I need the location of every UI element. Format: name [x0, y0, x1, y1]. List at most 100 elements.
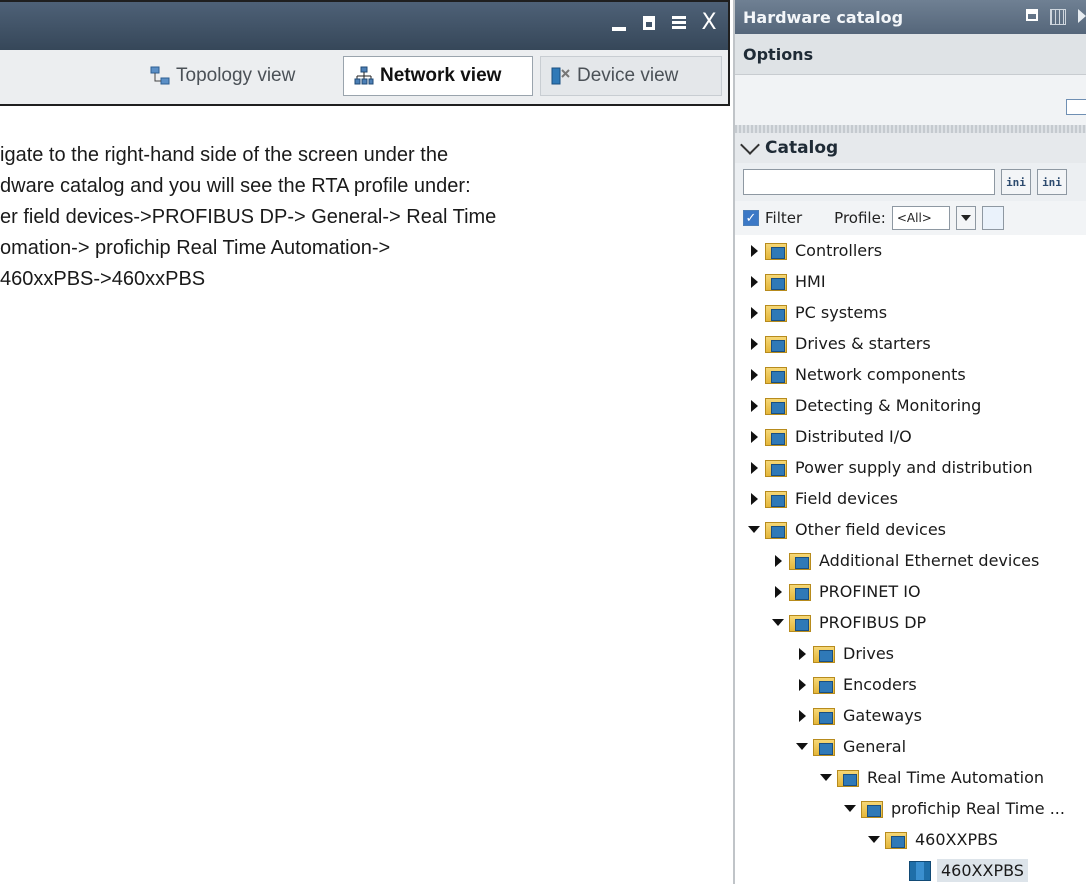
instruction-line: dware catalog and you will see the RTA p…: [0, 175, 471, 197]
options-view-icon[interactable]: [1066, 99, 1086, 115]
collapse-arrow-icon[interactable]: [771, 616, 785, 630]
folder-icon: [813, 675, 837, 695]
folder-icon: [789, 582, 813, 602]
tree-item-label: PROFIBUS DP: [819, 613, 927, 632]
collapse-arrow-icon[interactable]: [843, 802, 857, 816]
tree-item[interactable]: 460XXPBS: [735, 855, 1086, 884]
filter-row: ✓ Filter Profile: <All>: [735, 201, 1086, 235]
folder-icon: [813, 706, 837, 726]
folder-icon: [765, 396, 789, 416]
minimize-icon: [612, 27, 626, 31]
folder-icon: [765, 489, 789, 509]
expand-arrow-icon[interactable]: [795, 709, 809, 723]
folder-icon: [813, 644, 837, 664]
tree-item-label: Power supply and distribution: [795, 458, 1033, 477]
catalog-section-header[interactable]: Catalog: [735, 133, 1086, 163]
options-label: Options: [743, 44, 814, 64]
chevron-down-icon: [740, 135, 760, 155]
hardware-catalog-panel: Hardware catalog Options Catalog ini ini…: [733, 0, 1086, 884]
instruction-line: omation-> profichip Real Time Automation…: [0, 237, 391, 259]
catalog-search-input[interactable]: [743, 169, 995, 195]
expand-arrow-icon[interactable]: [747, 244, 761, 258]
tree-item[interactable]: Real Time Automation: [735, 762, 1086, 793]
expand-arrow-icon[interactable]: [747, 430, 761, 444]
tree-item-label: PROFINET IO: [819, 582, 921, 601]
collapse-arrow-icon[interactable]: [795, 740, 809, 754]
minimize-button[interactable]: [608, 12, 630, 34]
instruction-text: igate to the right-hand side of the scre…: [0, 140, 700, 295]
expand-arrow-icon[interactable]: [747, 461, 761, 475]
collapse-panel-icon[interactable]: [1078, 9, 1086, 23]
folder-icon: [765, 427, 789, 447]
filter-checkbox[interactable]: ✓: [743, 210, 759, 226]
folder-icon: [765, 458, 789, 478]
search-up-button[interactable]: ini: [1037, 169, 1067, 195]
folder-icon: [837, 768, 861, 788]
search-down-button[interactable]: ini: [1001, 169, 1031, 195]
expand-arrow-icon[interactable]: [747, 492, 761, 506]
network-icon: [354, 66, 374, 85]
expand-arrow-icon[interactable]: [747, 337, 761, 351]
window-menu-button[interactable]: [668, 12, 690, 34]
tree-item[interactable]: Encoders: [735, 669, 1086, 700]
collapse-arrow-icon[interactable]: [867, 833, 881, 847]
expand-arrow-icon[interactable]: [771, 585, 785, 599]
tree-item-label: Distributed I/O: [795, 427, 912, 446]
expand-arrow-icon[interactable]: [747, 399, 761, 413]
profile-label: Profile:: [834, 209, 886, 227]
tree-item[interactable]: Distributed I/O: [735, 421, 1086, 452]
tree-item-label: 460XXPBS: [915, 830, 998, 849]
tab-network-view[interactable]: Network view: [343, 56, 533, 96]
folder-icon: [789, 551, 813, 571]
instruction-line: er field devices->PROFIBUS DP-> General-…: [0, 206, 497, 228]
tab-device-view[interactable]: Device view: [540, 56, 722, 96]
tree-item[interactable]: Power supply and distribution: [735, 452, 1086, 483]
tree-item[interactable]: HMI: [735, 266, 1086, 297]
tree-item-label: Other field devices: [795, 520, 947, 539]
tree-item-label: Real Time Automation: [867, 768, 1045, 787]
split-panel-icon[interactable]: [1050, 9, 1066, 25]
tree-item[interactable]: PROFINET IO: [735, 576, 1086, 607]
folder-icon: [789, 613, 813, 633]
expand-arrow-icon[interactable]: [747, 275, 761, 289]
float-panel-icon[interactable]: [1026, 9, 1038, 21]
expand-arrow-icon[interactable]: [771, 554, 785, 568]
expand-arrow-icon[interactable]: [747, 306, 761, 320]
tree-item-label: 460XXPBS: [937, 859, 1028, 882]
profile-select[interactable]: <All>: [891, 206, 950, 230]
device-module-icon: [909, 860, 931, 881]
tree-item[interactable]: Drives: [735, 638, 1086, 669]
close-button[interactable]: X: [698, 12, 720, 34]
tree-item[interactable]: Network components: [735, 359, 1086, 390]
hardware-catalog-title: Hardware catalog: [743, 7, 904, 27]
menu-icon: [672, 16, 686, 30]
window-controls: X: [608, 12, 720, 34]
tab-topology-view[interactable]: Topology view: [140, 56, 338, 96]
tree-item[interactable]: Other field devices: [735, 514, 1086, 545]
splitter[interactable]: [735, 125, 1086, 133]
tree-item[interactable]: Field devices: [735, 483, 1086, 514]
collapse-arrow-icon[interactable]: [819, 771, 833, 785]
expand-arrow-icon[interactable]: [795, 647, 809, 661]
tree-item[interactable]: 460XXPBS: [735, 824, 1086, 855]
collapse-arrow-icon[interactable]: [747, 523, 761, 537]
restore-button[interactable]: [638, 12, 660, 34]
tree-item[interactable]: Gateways: [735, 700, 1086, 731]
tree-item[interactable]: General: [735, 731, 1086, 762]
tree-item-label: Detecting & Monitoring: [795, 396, 982, 415]
expand-arrow-icon[interactable]: [747, 368, 761, 382]
tree-item[interactable]: Additional Ethernet devices: [735, 545, 1086, 576]
tree-item[interactable]: PROFIBUS DP: [735, 607, 1086, 638]
options-section-header[interactable]: Options: [735, 34, 1086, 75]
tree-item-label: profichip Real Time ...: [891, 799, 1065, 818]
catalog-tree: Controllers HMI PC systems Drives & starter…: [735, 235, 1086, 884]
profile-dropdown-button[interactable]: [955, 206, 976, 230]
profile-manage-button[interactable]: [981, 206, 1004, 230]
folder-icon: [765, 520, 789, 540]
expand-arrow-icon[interactable]: [795, 678, 809, 692]
tree-item[interactable]: Controllers: [735, 235, 1086, 266]
tree-item[interactable]: Drives & starters: [735, 328, 1086, 359]
tree-item[interactable]: Detecting & Monitoring: [735, 390, 1086, 421]
tree-item[interactable]: PC systems: [735, 297, 1086, 328]
tree-item[interactable]: profichip Real Time ...: [735, 793, 1086, 824]
